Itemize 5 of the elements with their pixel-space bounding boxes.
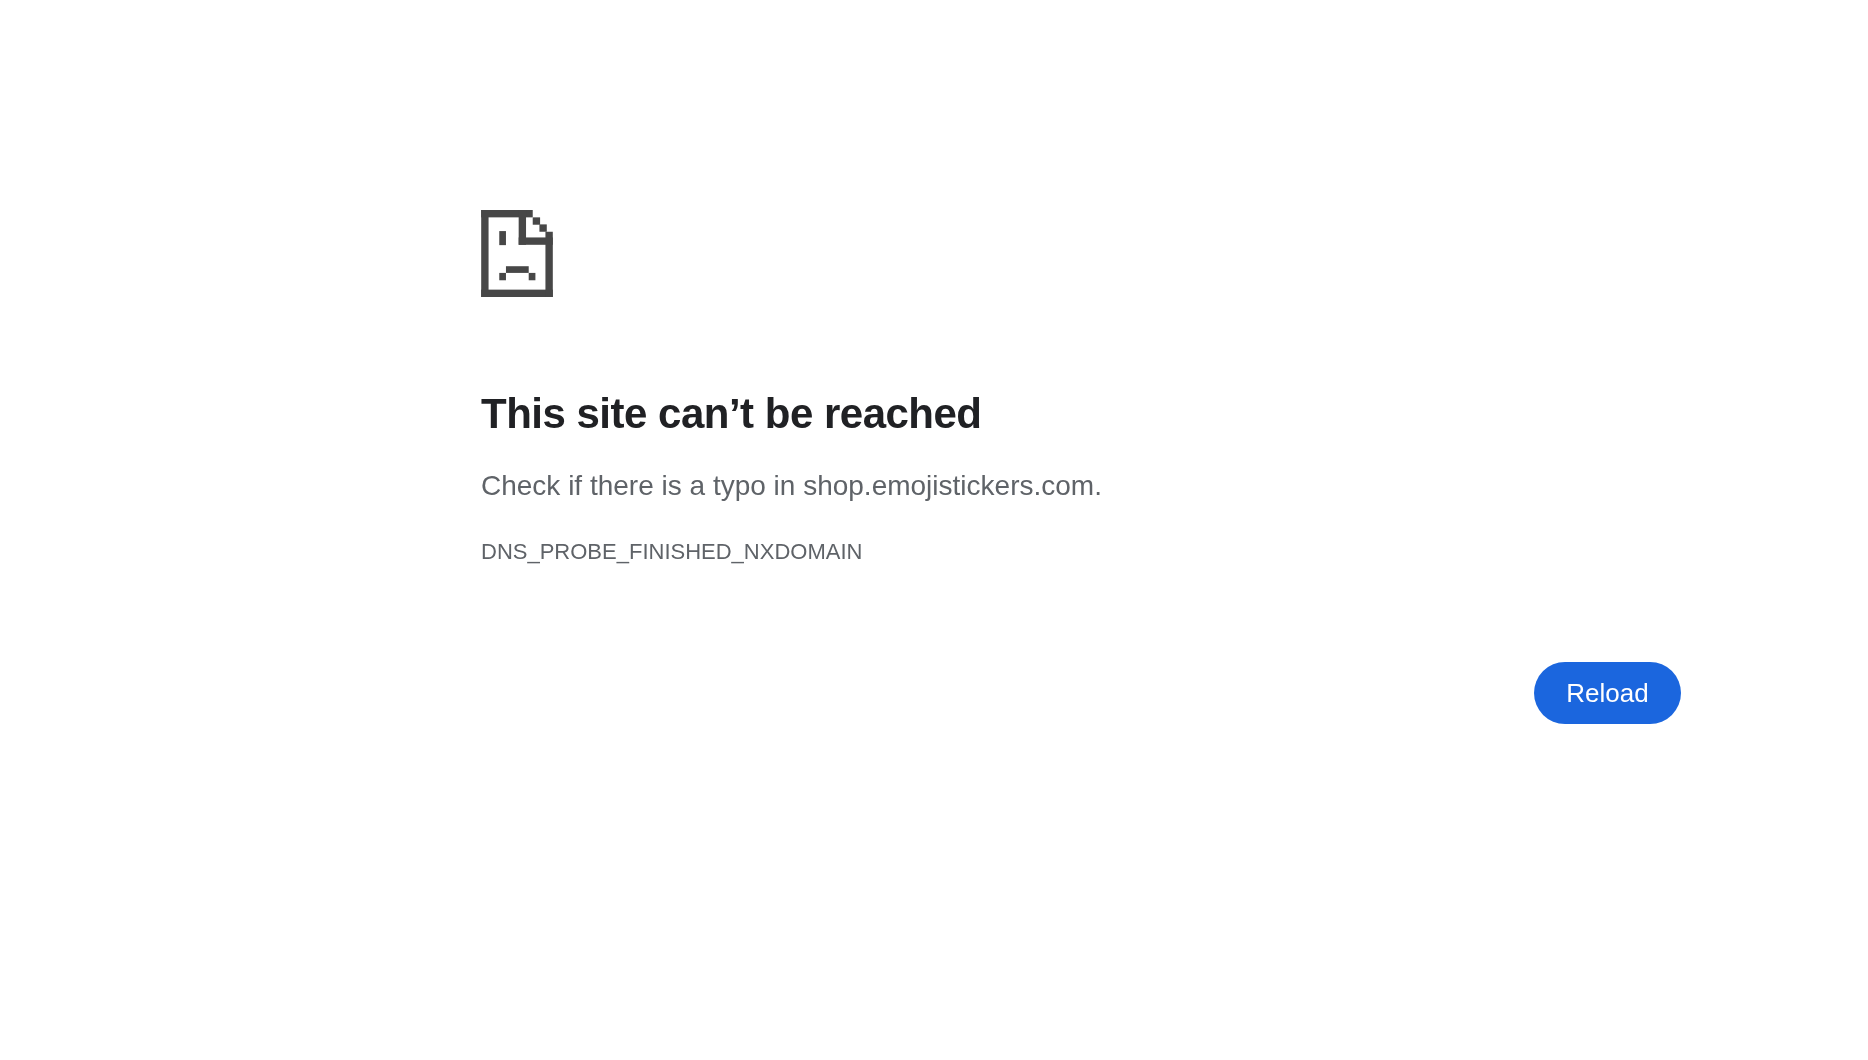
sad-page-icon [481,210,553,297]
reload-button[interactable]: Reload [1534,662,1681,724]
error-message: Check if there is a typo in shop.emojistickers.com. [481,469,1103,503]
error-heading: This site can’t be reached [481,390,983,438]
error-code: DNS_PROBE_FINISHED_NXDOMAIN [481,538,864,566]
